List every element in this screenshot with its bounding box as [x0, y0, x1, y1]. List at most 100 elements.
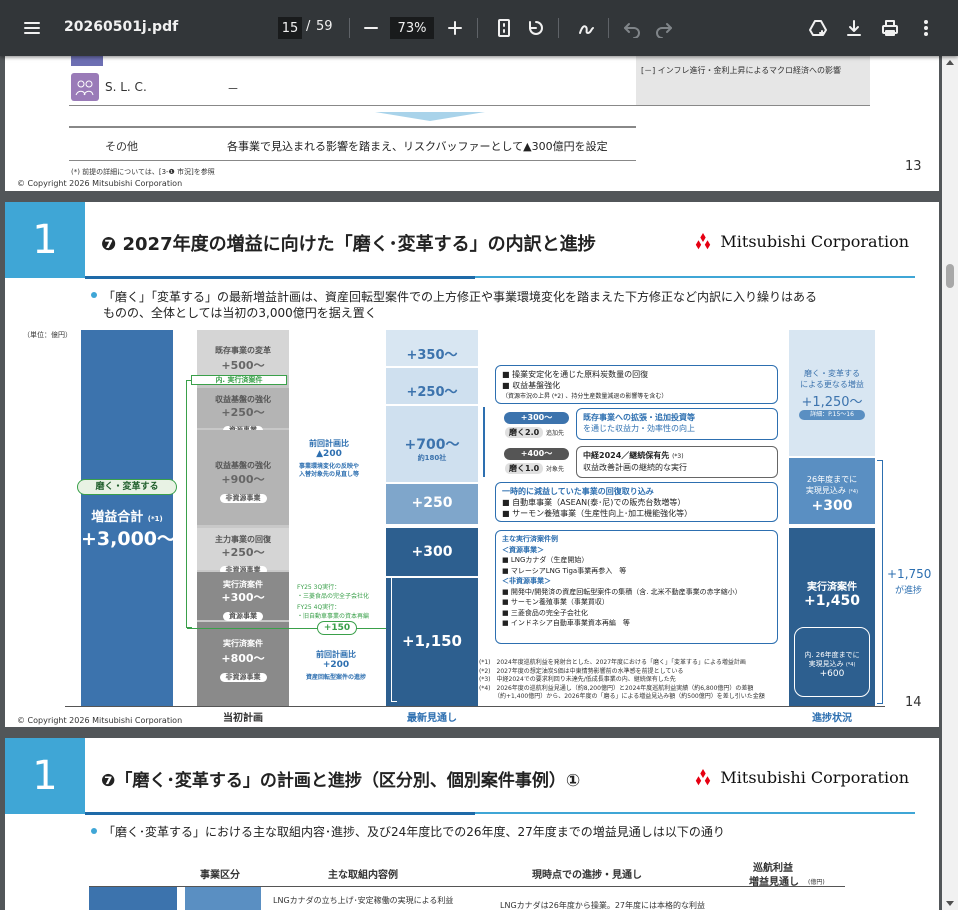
fy25-q4: FY25 4Q実行：	[297, 604, 341, 611]
slc-icon	[71, 73, 99, 101]
callout1-line3: （資源市況の上昇 (*2) 、持分生産数量減退の影響等を含む）	[502, 393, 668, 400]
zoom-in-icon[interactable]	[439, 12, 471, 44]
mid-sub: 磨く1.0	[505, 463, 544, 474]
print-icon[interactable]	[874, 12, 906, 44]
toolbar-divider	[477, 18, 478, 38]
callout5-nonres: ＜非資源事業＞	[502, 577, 551, 585]
row-subcategory-cell	[185, 887, 261, 910]
callout3-line1: 中経2024／継続保有先	[583, 451, 670, 460]
progress-mid-note: (*4)	[848, 489, 859, 495]
zoom-out-icon[interactable]	[355, 12, 387, 44]
zoom-level-input[interactable]: 73%	[390, 17, 434, 39]
callout-executed: 主な実行済案件例 ＜資源事業＞ ■ LNGカナダ（生産開始） ■ マレーシアLN…	[495, 530, 778, 644]
callout1-line1: ■ 操業安定化を通じた原料炭数量の回復	[502, 370, 649, 379]
latest-seg-2-sub: 約180社	[417, 454, 447, 462]
pdf-page-14: 1 ❼ 2027年度の増益に向けた「磨く･変革する」の内訳と進捗 Mitsubi…	[5, 202, 939, 727]
slc-label: S. L. C.	[105, 80, 147, 94]
col-header-2: 主な取組内容例	[328, 870, 398, 881]
callout4-line1: 一時的に減益していた事業の回復取り込み	[502, 487, 654, 496]
callout1-line2: ■ 収益基盤強化	[502, 381, 561, 390]
divider	[69, 160, 636, 161]
col-header-3: 現時点での進捗・見通し	[532, 870, 642, 881]
footnote: (*3) 中経2024での要求利回り未達先/低成長事業の内、継続保有した先	[479, 676, 676, 683]
rotate-icon[interactable]	[520, 12, 552, 44]
green-bracket	[186, 380, 192, 628]
left-total-label: 増益合計 (*1)	[81, 506, 173, 525]
footnote: (*4) 2026年度の巡航利益見通し（約8,200億円）と2024年度巡航利益…	[479, 684, 754, 692]
page-title: ❼ 2027年度の増益に向けた「磨く･変革する」の内訳と進捗	[101, 234, 596, 255]
prev-compare-2-note: 資産回転型案件の進捗	[305, 674, 366, 681]
prev-compare-1: 前回計画比	[309, 439, 349, 448]
hamburger-menu-icon[interactable]	[16, 12, 48, 44]
annotate-pen-icon[interactable]	[570, 12, 602, 44]
logo-text: Mitsubishi Corporation	[720, 768, 909, 787]
pdf-page-15: 1 ❼「磨く･変革する」の計画と進捗（区分別、個別案件事例）① Mitsubis…	[5, 738, 939, 910]
mitsubishi-logo: Mitsubishi Corporation	[694, 768, 909, 787]
redo-icon[interactable]	[648, 12, 680, 44]
callout5-nonres-item: ■ サーモン養殖事業（事業買収）	[502, 598, 609, 606]
progress-top-line2: による更なる増益	[800, 380, 864, 389]
progress-bracket	[877, 460, 883, 704]
undo-icon[interactable]	[616, 12, 648, 44]
axis-progress: 進捗状況	[812, 713, 852, 724]
down-arrow	[375, 112, 485, 121]
scroll-down-arrow-icon[interactable]	[946, 901, 954, 906]
progress-mid-value: +300	[811, 498, 853, 514]
pdf-toolbar: 20260501j.pdf 15 / 59 73%	[0, 0, 958, 56]
progress-top-note: 詳細：P.15～16	[799, 410, 865, 420]
fit-page-icon[interactable]	[488, 12, 520, 44]
add-to-drive-icon[interactable]	[802, 12, 834, 44]
progress-done-label: 実行済案件	[807, 582, 857, 593]
more-options-icon[interactable]	[910, 12, 942, 44]
initial-seg-5-tag: 資源事業	[197, 603, 289, 622]
progress-inner-value: +600	[819, 669, 845, 679]
expand-label: +300～	[504, 412, 569, 424]
callout5-res-item: ■ マレーシアLNG Tiga事業再参入 等	[502, 566, 627, 575]
toolbar-divider	[349, 18, 350, 38]
fy25-q3-item: ・三菱食品の完全子会社化	[297, 593, 370, 600]
divider	[69, 126, 636, 128]
col-header-1: 事業区分	[200, 870, 240, 881]
toolbar-divider	[558, 18, 559, 38]
toolbar-divider	[608, 18, 609, 38]
left-badge: 磨く・変革する	[77, 479, 177, 495]
page-number-input[interactable]: 15	[278, 17, 302, 39]
other-text: 各事業で見込まれる影響を踏まえ、リスクバッファーとして▲300億円を設定	[227, 140, 608, 153]
page-title: ❼「磨く･変革する」の計画と進捗（区分別、個別案件事例）①	[101, 771, 581, 791]
double-arrow-line	[483, 407, 485, 477]
initial-seg-3-label: 収益基盤の強化	[215, 461, 271, 470]
download-icon[interactable]	[838, 12, 870, 44]
progress-inner-line2-wrap: 実現見込み (*4)	[794, 659, 870, 669]
other-label: その他	[105, 140, 138, 153]
callout-resource: ■ 操業安定化を通じた原料炭数量の回復 ■ 収益基盤強化 （資源市況の上昇 (*…	[495, 365, 778, 404]
progress-mid-line1: 26年度までに	[806, 475, 858, 484]
callout3-note: (*3)	[672, 453, 684, 460]
initial-seg-0-value: +500～	[221, 359, 265, 372]
page-number: 14	[905, 695, 922, 710]
callout-continuing: 中経2024／継続保有先 (*3) 収益改善計画の継続的な実行	[576, 446, 778, 478]
three-diamonds-icon	[696, 232, 711, 249]
row1-progress: LNGカナダは26年度から操業。27年度には本格的な利益	[500, 901, 705, 910]
scrollbar-thumb[interactable]	[946, 264, 954, 288]
row-category-cell	[89, 887, 177, 910]
latest-seg-0-value: +350～	[406, 348, 458, 363]
bullet: 「磨く･変革する」における主な取組内容･進捗、及び24年度比での26年度、27年…	[103, 825, 725, 839]
left-total-value: +3,000～	[81, 528, 177, 550]
pdf-page-13: S. L. C. － [－] インフレ進行・金利上昇によるマクロ経済への影響 そ…	[5, 56, 939, 191]
page-number: 13	[905, 159, 922, 174]
header-rule-accent	[85, 812, 475, 815]
expand-sub: 磨く2.0	[505, 427, 544, 438]
fy25-q4-item: ・旧自動車事業の資本再編	[297, 613, 370, 620]
right-note: [－] インフレ進行・金利上昇によるマクロ経済への影響	[641, 66, 841, 75]
callout5-nonres-item: ■ インドネシア自動車事業資本再編 等	[502, 619, 630, 627]
callout2-line1: 既存事業への拡張・追加投資等	[583, 413, 695, 422]
progress-top-line1: 磨く・変革する	[804, 369, 860, 378]
axis-initial: 当初計画	[223, 713, 263, 724]
section-number: 1	[5, 738, 85, 814]
document-title: 20260501j.pdf	[64, 19, 179, 35]
initial-seg-6-label: 実行済案件	[223, 639, 263, 648]
mid-sub2: 対象先	[546, 466, 565, 473]
footnote: (*2) 2027年度の想定油炭S価は中東情勢影響前の水準感を前提としている	[479, 667, 684, 675]
vertical-scrollbar[interactable]	[942, 56, 958, 910]
scroll-up-arrow-icon[interactable]	[946, 60, 954, 65]
